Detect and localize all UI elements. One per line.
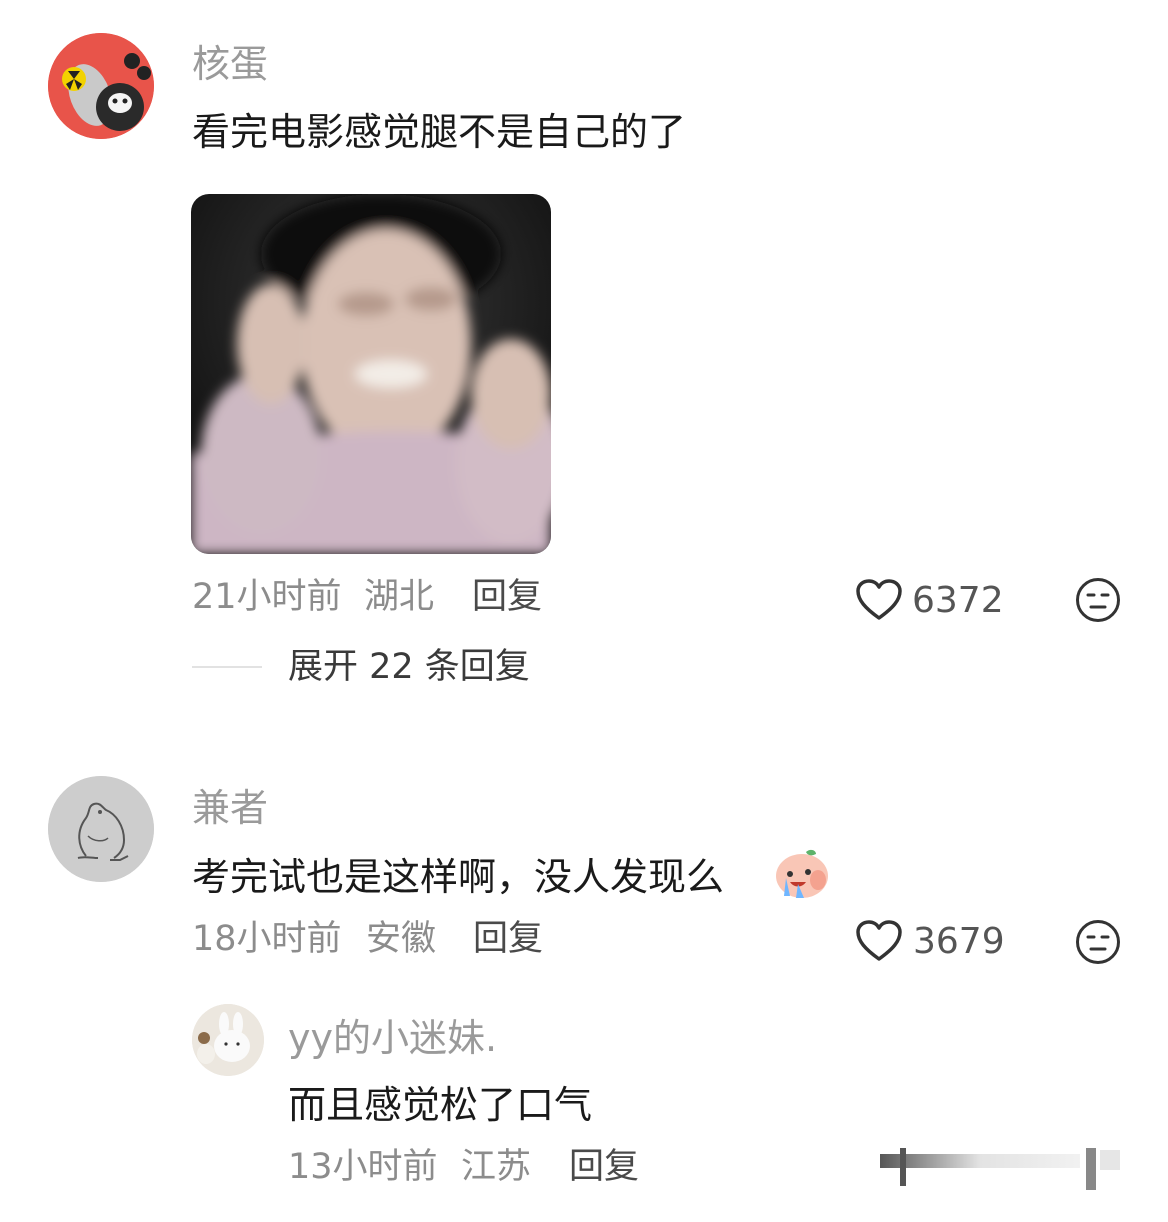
neutral-face-icon [1076, 578, 1120, 622]
reply-button[interactable]: 回复 [473, 922, 543, 957]
avatar[interactable] [192, 1004, 264, 1076]
comment-time: 21小时前 [192, 577, 342, 617]
reply-button[interactable]: 回复 [472, 580, 542, 615]
dislike-button[interactable] [1074, 918, 1122, 966]
nuclear-cat-avatar-icon [48, 33, 154, 139]
heart-icon [856, 579, 902, 620]
frog-sketch-avatar-icon [48, 776, 154, 882]
like-count: 3679 [913, 921, 1005, 962]
blurry-person-meme-image-icon [191, 194, 551, 554]
like-button[interactable] [855, 919, 905, 963]
comment-location: 湖北 [364, 577, 435, 617]
comment-location: 安徽 [366, 919, 437, 959]
heart-icon [856, 920, 902, 961]
comment-sticker-image[interactable] [191, 194, 551, 554]
avatar[interactable] [48, 33, 154, 139]
comment-text: 考完试也是这样啊，没人发现么 [192, 855, 725, 899]
reply-time: 13小时前 [288, 1147, 438, 1187]
watermark-bar-icon [878, 1146, 1128, 1192]
plush-bunny-avatar-icon [192, 1004, 264, 1076]
comment-username[interactable]: 兼者 [192, 789, 268, 827]
neutral-face-icon [1076, 920, 1120, 964]
reply-button[interactable]: 回复 [569, 1150, 639, 1185]
dislike-button[interactable] [1074, 576, 1122, 624]
reply-text: 而且感觉松了口气 [288, 1083, 593, 1127]
like-button[interactable] [855, 578, 905, 622]
avatar[interactable] [48, 776, 154, 882]
expand-divider [192, 666, 262, 668]
comment-text: 看完电影感觉腿不是自己的了 [192, 110, 687, 154]
reply-username[interactable]: yy的小迷妹. [288, 1019, 497, 1057]
crying-peach-emoji-icon [772, 846, 830, 900]
like-count: 6372 [912, 580, 1004, 621]
reply-location: 江苏 [461, 1147, 532, 1187]
comment-time: 18小时前 [192, 919, 342, 959]
expand-replies-button[interactable]: 展开 22 条回复 [288, 650, 530, 685]
comment-username[interactable]: 核蛋 [192, 45, 268, 83]
